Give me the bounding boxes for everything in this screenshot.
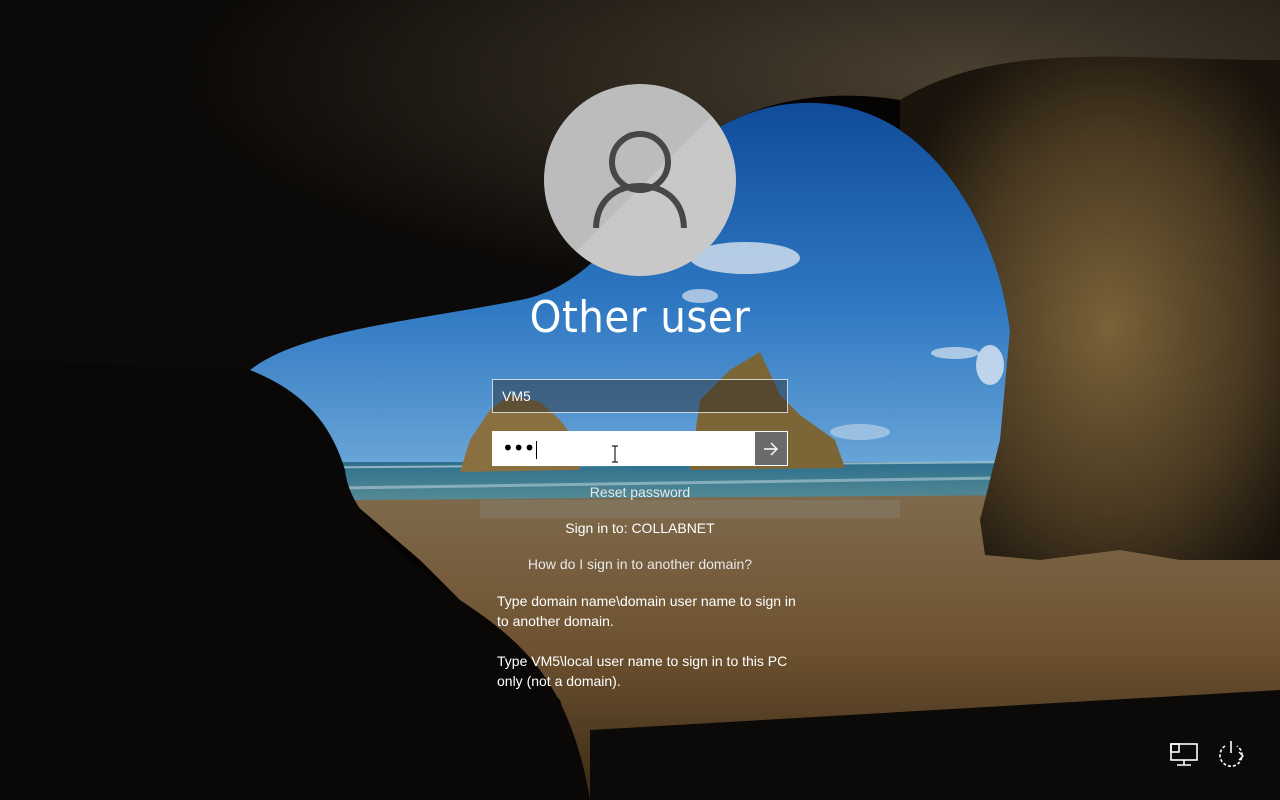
sign-in-to-domain-label: Sign in to: COLLABNET	[565, 520, 715, 536]
user-avatar	[544, 84, 736, 276]
password-masked-value: •••	[502, 436, 535, 460]
other-domain-help-link[interactable]: How do I sign in to another domain?	[440, 556, 840, 572]
power-button[interactable]	[1215, 738, 1247, 770]
local-hint-text: Type VM5\local user name to sign in to t…	[497, 653, 788, 689]
arrow-right-icon	[764, 442, 778, 455]
network-icon	[1170, 743, 1198, 766]
password-box[interactable]: •••	[492, 431, 788, 466]
text-caret	[536, 440, 538, 459]
submit-button[interactable]	[755, 432, 787, 465]
network-button[interactable]	[1168, 738, 1200, 770]
domain-hint-text: Type domain name\domain user name to sig…	[497, 593, 796, 629]
user-title: Other user	[529, 292, 751, 343]
reset-password-link[interactable]: Reset password	[440, 484, 840, 500]
password-field[interactable]: •••	[493, 432, 755, 465]
mouse-cursor-ibeam	[612, 445, 618, 463]
username-field[interactable]: VM5	[492, 379, 788, 413]
user-silhouette-icon	[593, 131, 687, 228]
power-icon	[1219, 741, 1244, 767]
